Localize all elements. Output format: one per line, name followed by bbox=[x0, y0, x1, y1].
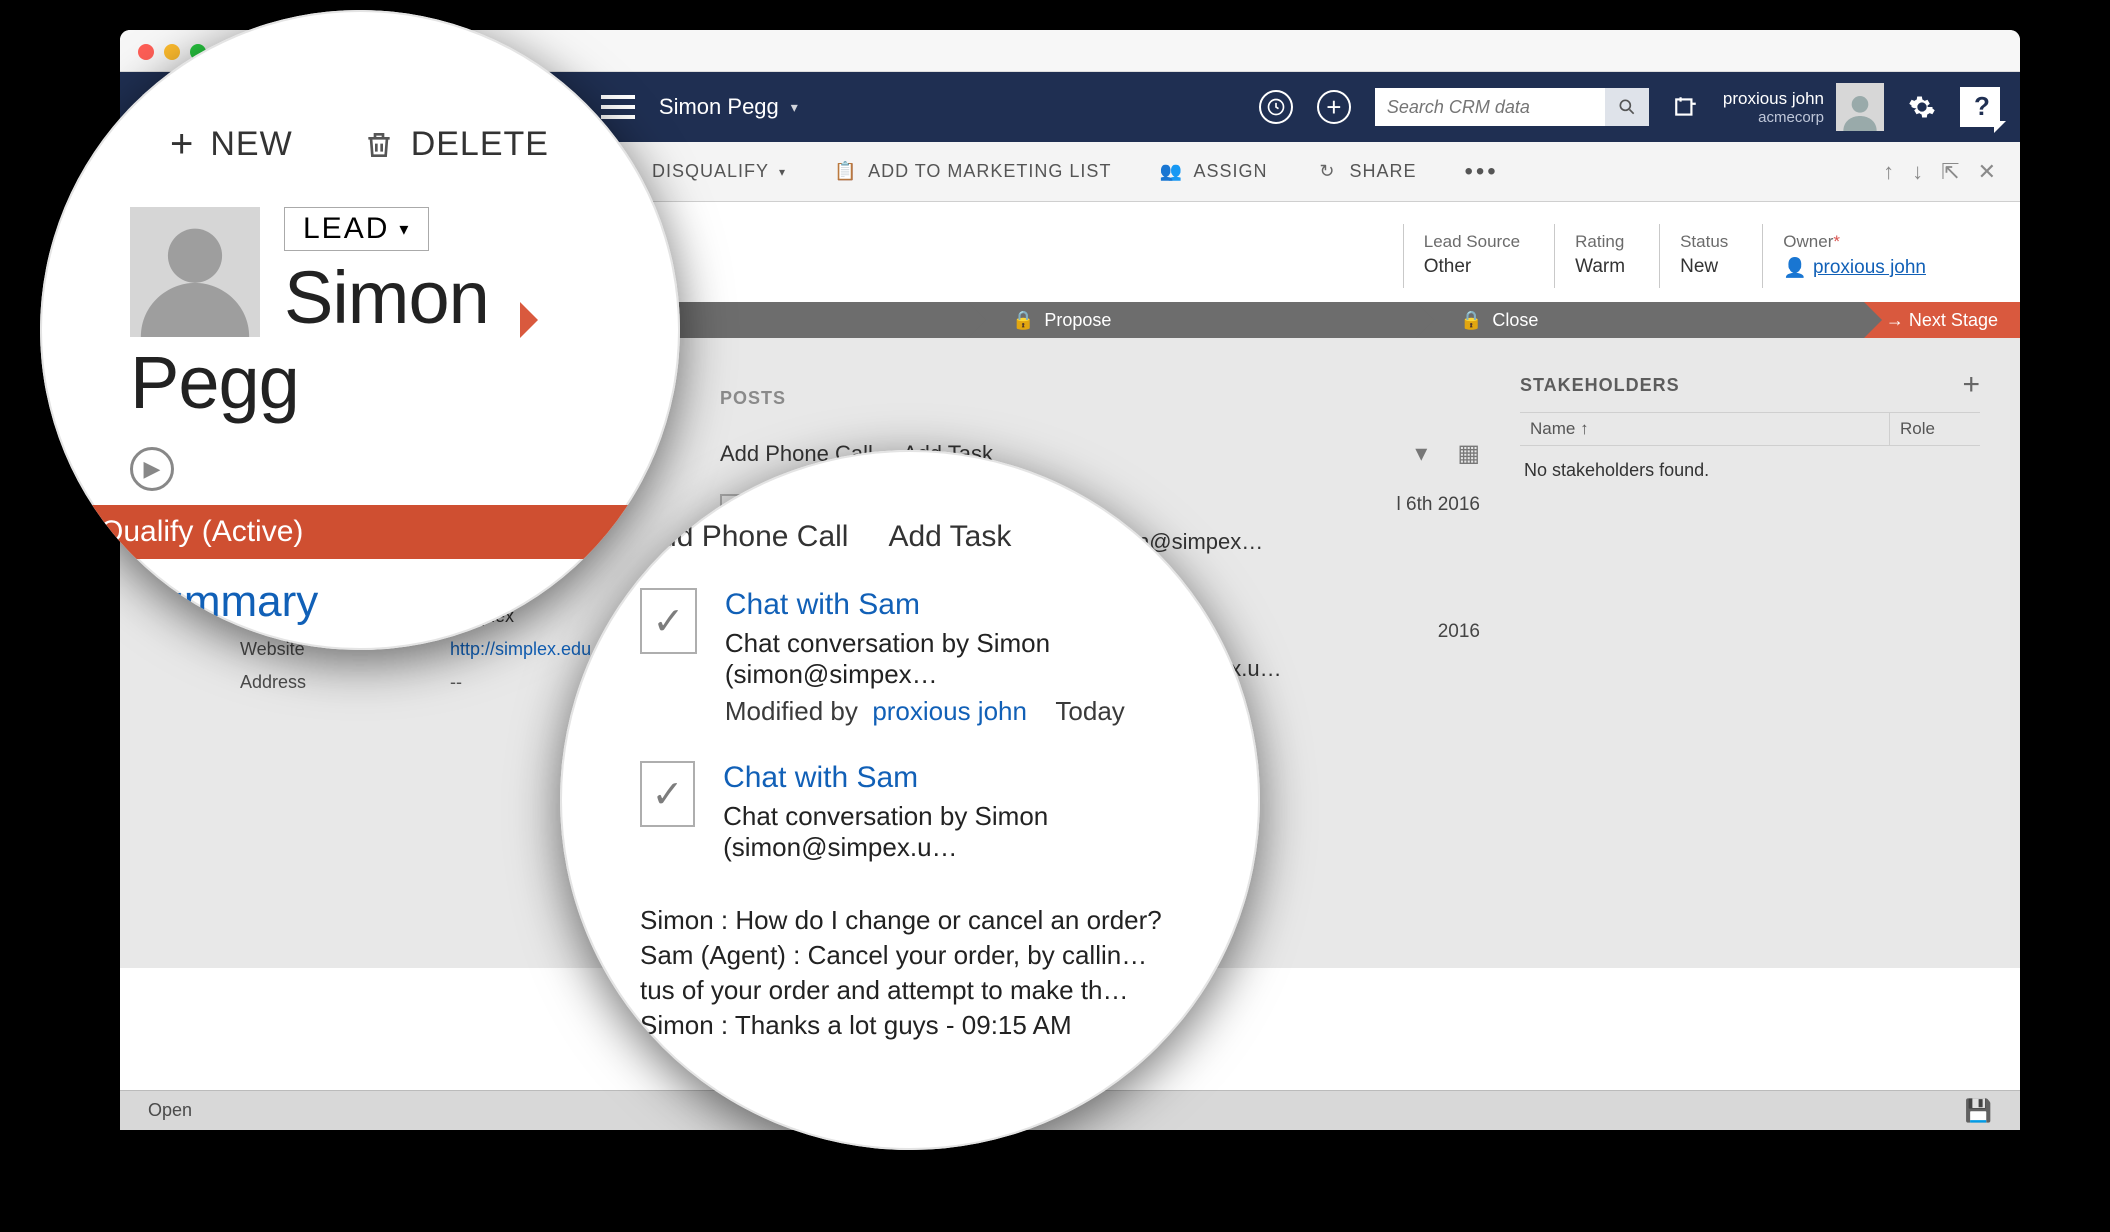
lock-icon: 🔒 bbox=[1460, 310, 1482, 331]
owner-link[interactable]: proxious john bbox=[1813, 257, 1926, 279]
add-icon[interactable]: + bbox=[1317, 90, 1351, 124]
activity-item[interactable]: ✓ Chat with Sam Chat conversation by Sim… bbox=[640, 588, 1190, 727]
chevron-down-icon: ▾ bbox=[779, 165, 786, 179]
add-stakeholder-button[interactable]: + bbox=[1962, 368, 1980, 402]
modified-by-link[interactable]: proxious john bbox=[872, 696, 1027, 726]
stakeholders-empty-text: No stakeholders found. bbox=[1520, 446, 1980, 495]
play-process-button[interactable]: ▶ bbox=[130, 447, 174, 491]
posts-tab[interactable]: POSTS bbox=[720, 388, 786, 409]
user-menu[interactable]: proxious john acmecorp bbox=[1723, 83, 1884, 131]
advanced-find-icon[interactable] bbox=[1673, 94, 1699, 120]
stage-qualify-active[interactable]: Qualify (Active) bbox=[40, 505, 680, 559]
search-button[interactable] bbox=[1605, 88, 1649, 126]
recent-icon[interactable] bbox=[1259, 90, 1293, 124]
task-complete-icon: ✓ bbox=[640, 761, 695, 827]
stage-propose[interactable]: 🔒Propose bbox=[968, 302, 1416, 338]
hamburger-menu-button[interactable] bbox=[601, 89, 635, 125]
close-window-button[interactable] bbox=[138, 44, 154, 60]
close-icon[interactable]: ✕ bbox=[1978, 159, 1996, 185]
assign-icon: 👥 bbox=[1159, 160, 1183, 184]
col-name-header[interactable]: Name ↑ bbox=[1520, 413, 1890, 445]
search-box bbox=[1375, 88, 1649, 126]
breadcrumb[interactable]: Simon Pegg ▾ bbox=[659, 94, 798, 120]
lock-icon: 🔒 bbox=[1012, 310, 1034, 331]
share-icon: ↻ bbox=[1315, 160, 1339, 184]
avatar bbox=[1836, 83, 1884, 131]
activity-description: Chat conversation by Simon (simon@simpex… bbox=[725, 628, 1190, 690]
profile-photo bbox=[130, 207, 260, 337]
minimize-window-button[interactable] bbox=[164, 44, 180, 60]
help-button[interactable]: ? bbox=[1960, 87, 2000, 127]
search-input[interactable] bbox=[1375, 97, 1605, 118]
grid-icon[interactable]: ▦ bbox=[1457, 439, 1480, 468]
zoom-lens-header: +NEW DELETE LEAD▾ Simon Pegg ▶ Qualify (… bbox=[40, 10, 680, 650]
zoom-lens-activities: Add Phone Call Add Task ✓ Chat with Sam … bbox=[560, 450, 1260, 1150]
activity-item[interactable]: ✓ Chat with Sam Chat conversation by Sim… bbox=[640, 761, 1190, 869]
new-button[interactable]: +NEW bbox=[170, 122, 293, 167]
field-lead-source: Lead Source Other bbox=[1403, 224, 1554, 288]
chat-transcript: Simon : How do I change or cancel an ord… bbox=[640, 903, 1190, 1043]
username-label: proxious john bbox=[1723, 89, 1824, 109]
add-to-marketing-button[interactable]: 📋 ADD TO MARKETING LIST bbox=[834, 160, 1111, 184]
disqualify-button[interactable]: ✆ DISQUALIFY ▾ bbox=[618, 160, 786, 184]
activity-modified: Modified by proxious john Today bbox=[725, 696, 1190, 727]
gear-icon[interactable] bbox=[1908, 93, 1936, 121]
assign-button[interactable]: 👥 ASSIGN bbox=[1159, 160, 1267, 184]
field-status: Status New bbox=[1659, 224, 1762, 288]
col-role-header[interactable]: Role bbox=[1890, 413, 1980, 445]
nav-up-icon[interactable]: ↑ bbox=[1883, 159, 1894, 185]
activity-title-link[interactable]: Chat with Sam bbox=[723, 761, 1190, 795]
filter-icon[interactable]: ▾ bbox=[1415, 439, 1427, 468]
popout-icon[interactable]: ⇱ bbox=[1941, 159, 1959, 185]
activity-date: 2016 bbox=[1438, 621, 1480, 643]
chevron-down-icon: ▾ bbox=[399, 219, 410, 240]
share-button[interactable]: ↻ SHARE bbox=[1315, 160, 1416, 184]
field-owner: Owner* 👤 proxious john bbox=[1762, 224, 1960, 288]
user-org-label: acmecorp bbox=[1723, 109, 1824, 126]
stage-close[interactable]: 🔒Close bbox=[1416, 302, 1864, 338]
website-link[interactable]: http://simplex.edu bbox=[450, 639, 591, 659]
status-text: Open bbox=[148, 1100, 192, 1121]
field-rating: Rating Warm bbox=[1554, 224, 1659, 288]
chevron-down-icon: ▾ bbox=[791, 99, 798, 116]
list-icon: 📋 bbox=[834, 160, 858, 184]
nav-down-icon[interactable]: ↓ bbox=[1912, 159, 1923, 185]
add-task-button[interactable]: Add Task bbox=[888, 520, 1011, 554]
activity-title-link[interactable]: Chat with Sam bbox=[725, 588, 1190, 622]
entity-type-badge[interactable]: LEAD▾ bbox=[284, 207, 429, 251]
stakeholders-header: STAKEHOLDERS bbox=[1520, 375, 1680, 396]
person-icon: 👤 bbox=[1783, 256, 1807, 280]
delete-button[interactable]: DELETE bbox=[363, 125, 549, 164]
more-commands-button[interactable]: ••• bbox=[1464, 158, 1498, 186]
save-icon[interactable]: 💾 bbox=[1965, 1098, 1992, 1124]
activity-description: Chat conversation by Simon (simon@simpex… bbox=[723, 801, 1190, 863]
stakeholders-table: Name ↑ Role No stakeholders found. bbox=[1520, 412, 1980, 495]
activity-date: l 6th 2016 bbox=[1397, 494, 1480, 516]
trash-icon bbox=[363, 127, 395, 163]
task-complete-icon: ✓ bbox=[640, 588, 697, 654]
next-stage-button[interactable]: → Next Stage bbox=[1864, 302, 2020, 338]
